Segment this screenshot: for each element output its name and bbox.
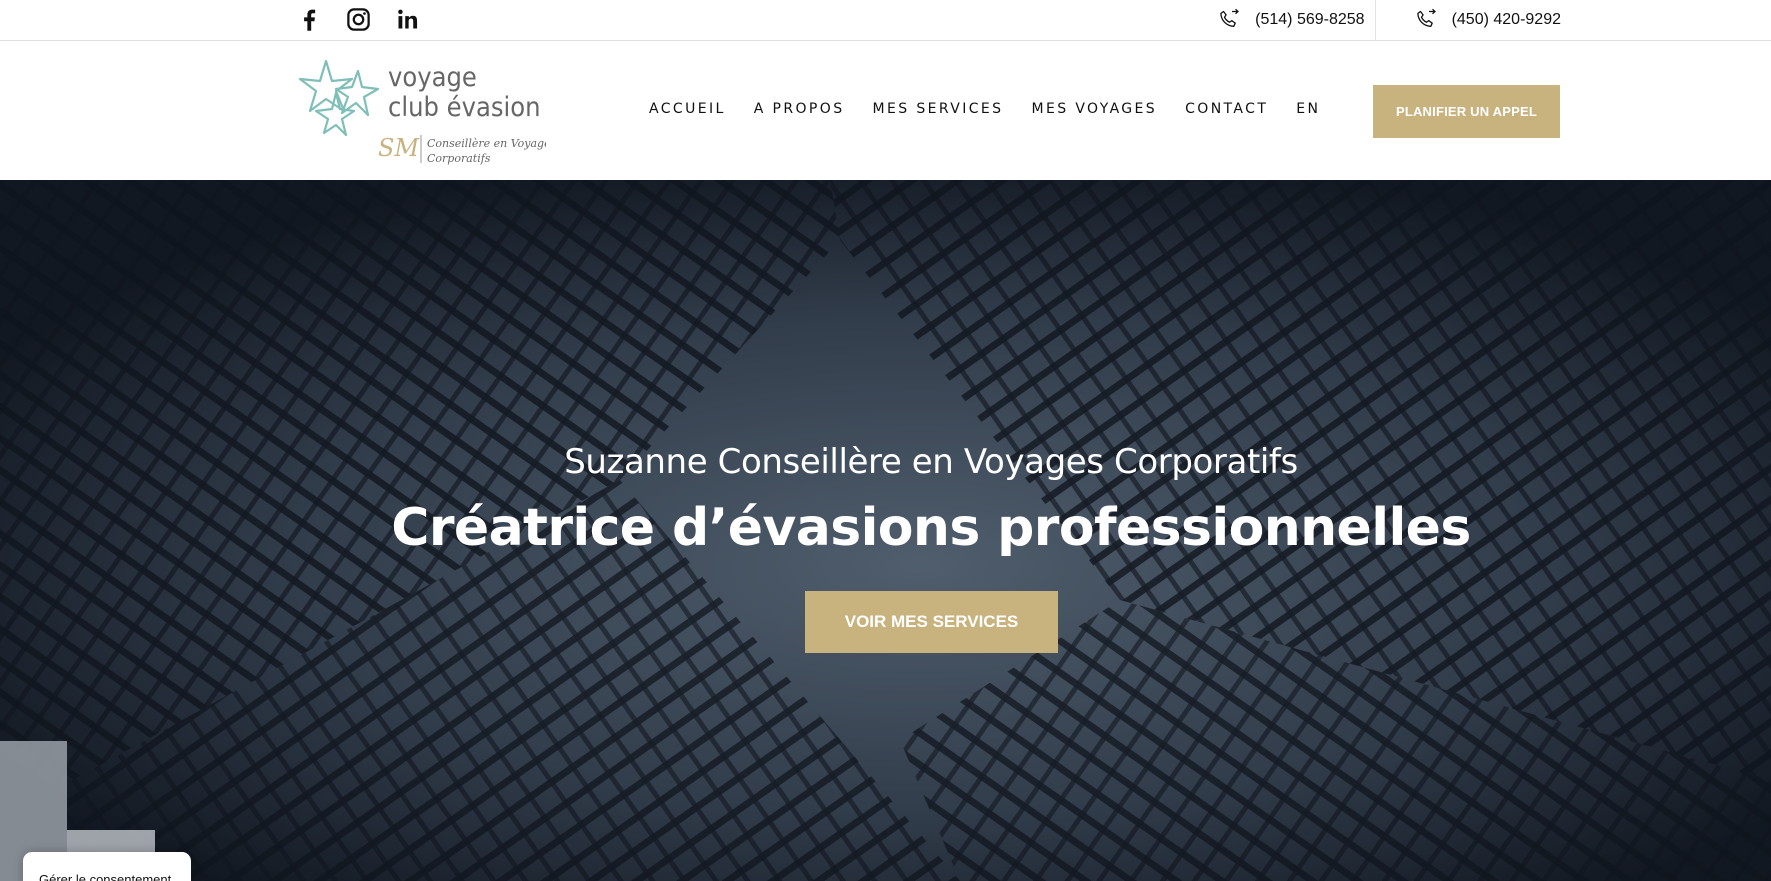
logo-monogram: SM xyxy=(378,134,420,162)
social-links xyxy=(296,6,421,33)
nav-item-mes-voyages[interactable]: MES VOYAGES xyxy=(1031,101,1157,117)
nav-item-contact[interactable]: CONTACT xyxy=(1185,101,1268,117)
linkedin-icon xyxy=(398,9,418,29)
site-header: voyage club évasion SM Conseillère en Vo… xyxy=(0,41,1771,180)
hero-subtitle: Suzanne Conseillère en Voyages Corporati… xyxy=(564,442,1298,482)
top-bar: (514) 569-8258 (450) 420-9292 xyxy=(0,0,1771,41)
consent-manager-tab[interactable]: Gérer le consentement xyxy=(23,852,191,881)
logo-graphic: voyage club évasion SM Conseillère en Vo… xyxy=(298,59,546,165)
nav-item-mes-services[interactable]: MES SERVICES xyxy=(872,101,1003,117)
logo-line2: club évasion xyxy=(388,92,541,123)
phone-numbers: (514) 569-8258 (450) 420-9292 xyxy=(1217,0,1561,40)
phone-link-2[interactable]: (450) 420-9292 xyxy=(1376,0,1561,40)
nav-item-accueil[interactable]: ACCUEIL xyxy=(649,101,726,117)
hero-section: Suzanne Conseillère en Voyages Corporati… xyxy=(0,180,1771,881)
logo-line1: voyage xyxy=(388,62,477,93)
linkedin-link[interactable] xyxy=(394,6,421,33)
logo-tagline1: Conseillère en Voyages xyxy=(427,137,546,150)
phone-icon xyxy=(1220,8,1240,27)
logo-tagline2: Corporatifs xyxy=(427,152,491,165)
nav-item-language-en[interactable]: EN xyxy=(1296,101,1320,117)
nav-item-a-propos[interactable]: A PROPOS xyxy=(754,101,845,117)
phone-link-1[interactable]: (514) 569-8258 xyxy=(1217,0,1376,40)
hero-title: Créatrice d’évasions professionnelles xyxy=(391,498,1471,558)
instagram-icon xyxy=(347,8,370,31)
main-nav: ACCUEIL A PROPOS MES SERVICES MES VOYAGE… xyxy=(649,101,1348,117)
phone-number: (514) 569-8258 xyxy=(1255,11,1365,28)
phone-number: (450) 420-9292 xyxy=(1451,11,1561,28)
planifier-appel-button[interactable]: PLANIFIER UN APPEL xyxy=(1373,85,1560,138)
voir-services-button[interactable]: VOIR MES SERVICES xyxy=(805,591,1058,653)
phone-icon xyxy=(1416,8,1436,27)
instagram-link[interactable] xyxy=(345,6,372,33)
facebook-icon xyxy=(304,9,316,31)
logo[interactable]: voyage club évasion SM Conseillère en Vo… xyxy=(296,49,546,169)
facebook-link[interactable] xyxy=(296,6,323,33)
starfish-icon xyxy=(298,59,380,137)
